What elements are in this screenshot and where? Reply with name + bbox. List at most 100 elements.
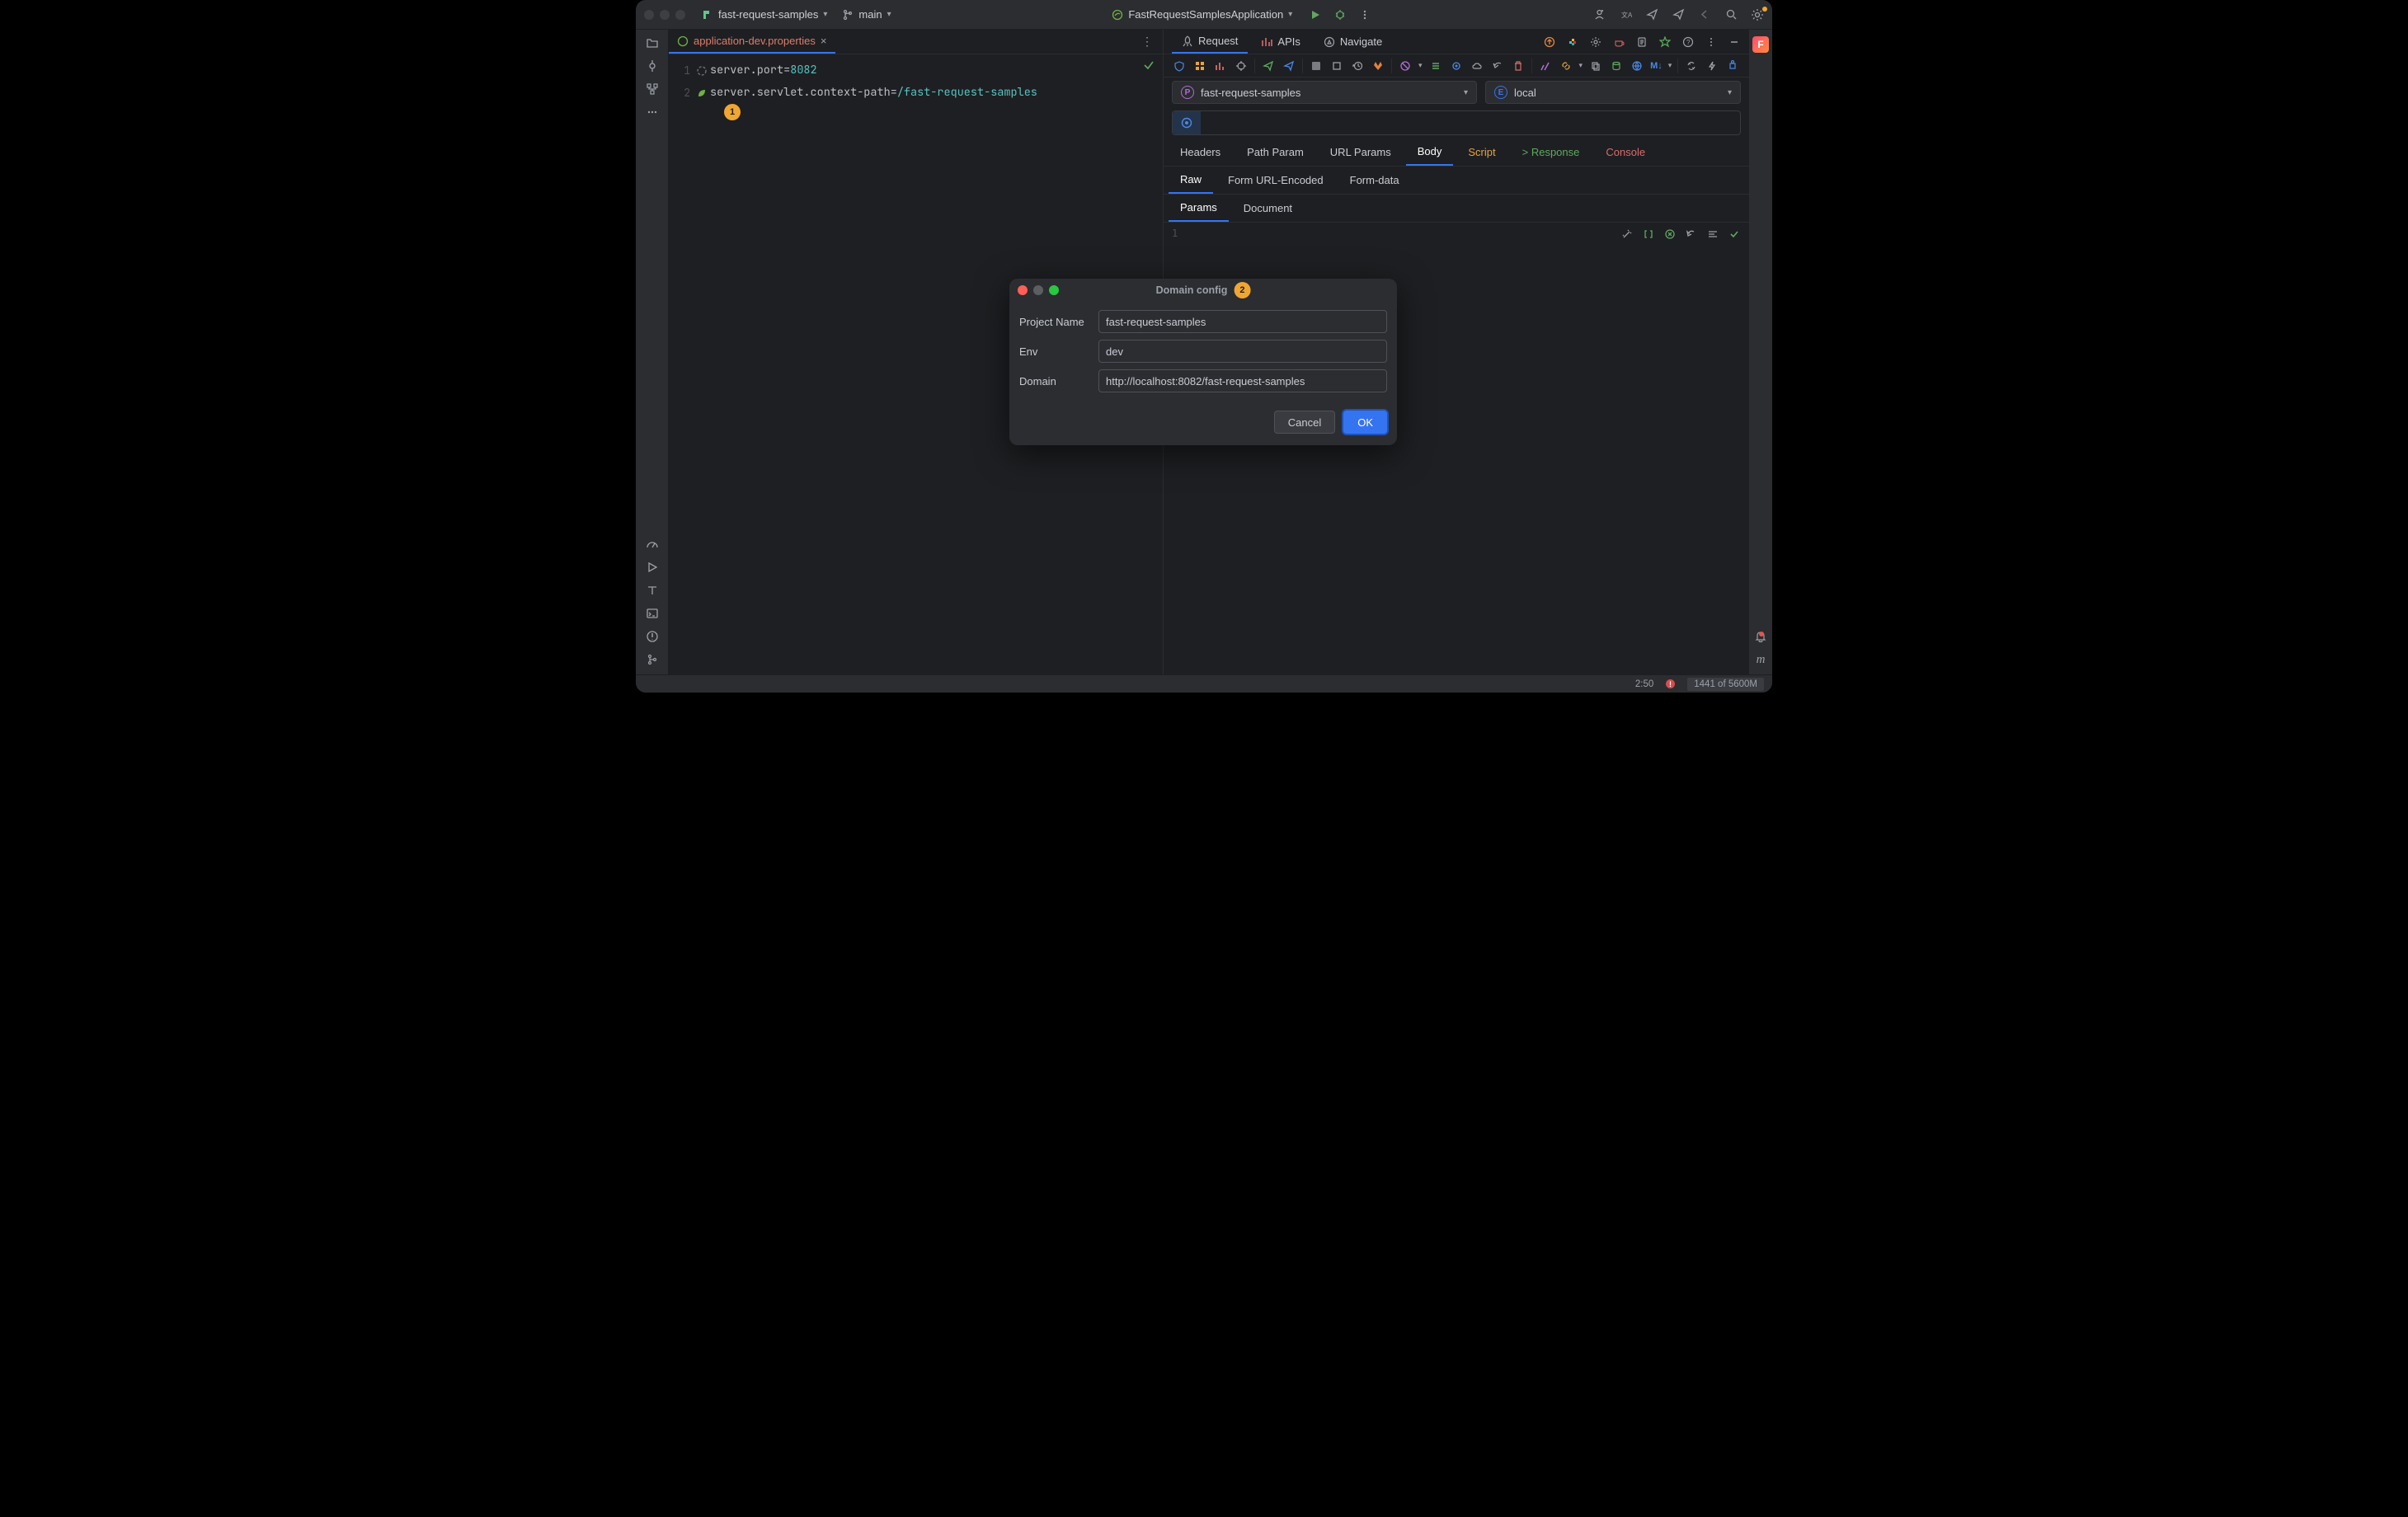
check-icon[interactable] [1728,228,1741,241]
dialog-window-controls[interactable] [1018,285,1059,295]
typography-icon[interactable] [646,584,659,597]
cancel-button[interactable]: Cancel [1274,411,1335,434]
tab-navigate[interactable]: Navigate [1314,30,1392,54]
minimize-window-icon[interactable] [660,10,670,20]
trash-icon[interactable] [1511,59,1526,73]
http-method-selector[interactable] [1173,111,1201,134]
memory-indicator[interactable]: 1441 of 5600M [1687,678,1764,691]
slack-icon[interactable] [1566,35,1579,49]
stop-icon[interactable] [1329,59,1344,73]
send-icon[interactable] [1645,8,1658,21]
gauge-icon[interactable] [646,538,659,551]
send-alt-icon[interactable] [1672,8,1685,21]
chart-icon[interactable] [1213,59,1228,73]
gear-icon[interactable] [1589,35,1602,49]
chevron-down-icon[interactable]: ▾ [1668,61,1672,70]
target-icon[interactable] [1234,59,1249,73]
coffee-icon[interactable] [1612,35,1625,49]
markdown-icon[interactable]: M↓ [1650,59,1663,73]
subtab-script[interactable]: Script [1456,139,1507,165]
folder-icon[interactable] [646,36,659,49]
wand-icon[interactable] [1620,228,1634,241]
format-icon[interactable] [1706,228,1719,241]
run-config-selector[interactable]: FastRequestSamplesApplication ▾ [1112,8,1292,21]
send-icon[interactable] [1261,59,1276,73]
run-button[interactable] [1309,8,1322,21]
project-dropdown[interactable]: P fast-request-samples ▾ [1172,81,1477,104]
curl-icon[interactable] [1538,59,1553,73]
project-selector[interactable]: fast-request-samples ▾ [700,8,827,21]
aim-icon[interactable] [1449,59,1464,73]
code-with-me-icon[interactable] [1592,8,1606,21]
maximize-window-icon[interactable] [675,10,685,20]
plugin-icon[interactable] [1725,59,1740,73]
subtab-url-params[interactable]: URL Params [1319,139,1403,165]
translate-icon[interactable]: 文A [1619,8,1632,21]
subtab-body[interactable]: Body [1406,139,1454,166]
tab-apis[interactable]: APIs [1251,30,1310,54]
star-icon[interactable] [1658,35,1672,49]
branch-selector[interactable]: main ▾ [842,8,891,21]
close-window-icon[interactable] [1018,285,1028,295]
close-tab-icon[interactable]: × [821,35,827,47]
copy-icon[interactable] [1588,59,1603,73]
env-dropdown[interactable]: E local ▾ [1485,81,1741,104]
tab-request[interactable]: Request [1172,30,1248,54]
cloud-icon[interactable] [1470,59,1484,73]
vcs-log-icon[interactable] [646,653,659,666]
fast-request-icon[interactable]: F [1752,36,1769,53]
bodytab-form-data[interactable]: Form-data [1338,167,1411,193]
subtab-response[interactable]: Response [1511,139,1592,165]
window-controls[interactable] [644,10,685,20]
chevron-down-icon[interactable]: ▾ [1579,61,1583,70]
globe-icon[interactable] [1630,59,1644,73]
tab-menu-icon[interactable]: ⋮ [1141,35,1153,49]
more-actions-icon[interactable] [1358,8,1371,21]
problems-icon[interactable] [646,630,659,643]
domain-field[interactable] [1098,369,1387,392]
ai-icon[interactable] [1663,228,1677,241]
subtab-console[interactable]: Console [1594,139,1657,165]
gitlab-icon[interactable] [1371,59,1385,73]
list-icon[interactable] [1428,59,1443,73]
commit-icon[interactable] [646,59,659,73]
env-field[interactable] [1098,340,1387,363]
bodytab-form-url[interactable]: Form URL-Encoded [1216,167,1335,193]
bodytab-raw[interactable]: Raw [1169,167,1213,194]
link-icon[interactable] [1559,59,1573,73]
brackets-icon[interactable] [1642,228,1655,241]
paramstab-document[interactable]: Document [1232,195,1304,221]
notifications-icon[interactable] [1754,630,1767,643]
doc-icon[interactable] [1635,35,1648,49]
ok-button[interactable]: OK [1343,411,1387,434]
terminal-icon[interactable] [646,607,659,620]
lightning-icon[interactable] [1705,59,1719,73]
minimize-window-icon[interactable] [1033,285,1043,295]
history-icon[interactable] [1350,59,1365,73]
error-indicator-icon[interactable]: ! [1665,679,1676,689]
url-input-group[interactable] [1172,110,1741,135]
settings-icon[interactable] [1751,8,1764,21]
back-icon[interactable] [1698,8,1711,21]
database-icon[interactable] [1609,59,1624,73]
close-window-icon[interactable] [644,10,654,20]
maven-icon[interactable]: m [1754,653,1767,666]
revert-icon[interactable] [1490,59,1505,73]
paramstab-params[interactable]: Params [1169,195,1229,222]
minimize-icon[interactable] [1728,35,1741,49]
shield-icon[interactable] [1172,59,1187,73]
refresh-icon[interactable] [1684,59,1699,73]
grid-icon[interactable] [1192,59,1207,73]
more-icon[interactable] [646,106,659,119]
prohibit-icon[interactable] [1398,59,1413,73]
search-icon[interactable] [1724,8,1738,21]
subtab-headers[interactable]: Headers [1169,139,1232,165]
maximize-window-icon[interactable] [1049,285,1059,295]
kebab-icon[interactable] [1705,35,1718,49]
send-all-icon[interactable] [1282,59,1296,73]
run-tool-icon[interactable] [646,561,659,574]
save-icon[interactable] [1309,59,1324,73]
upload-icon[interactable] [1543,35,1556,49]
editor-tab-active[interactable]: application-dev.properties × [669,30,835,54]
cursor-position[interactable]: 2:50 [1635,679,1653,689]
